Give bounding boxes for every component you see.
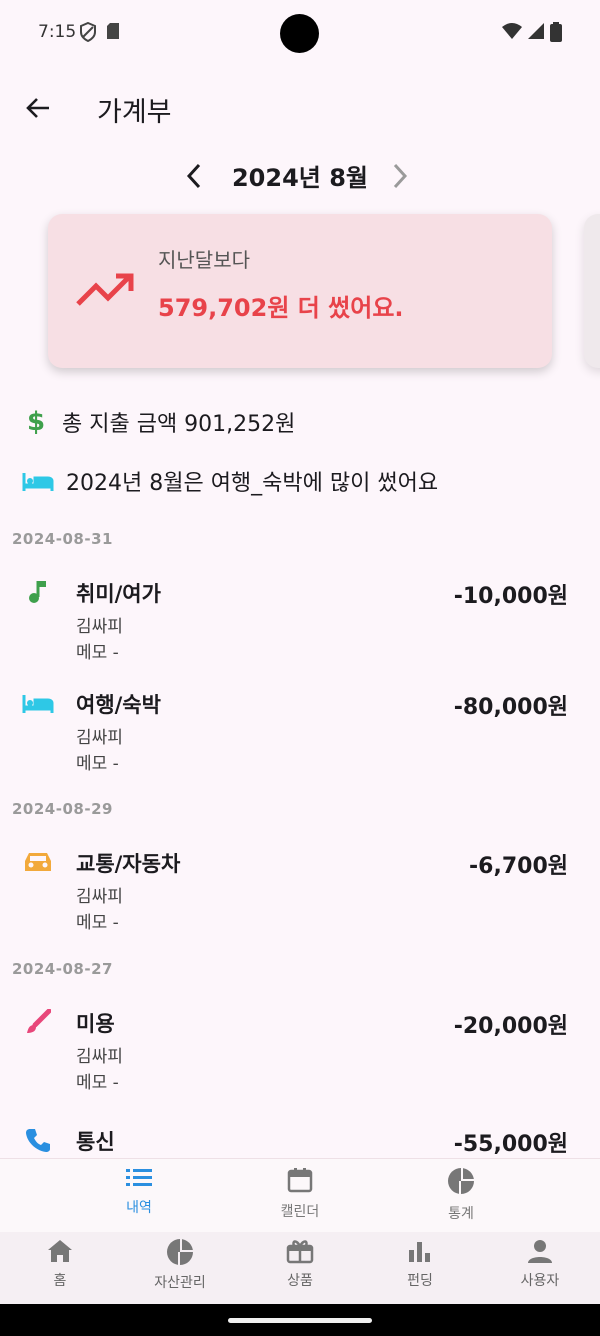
person-icon xyxy=(528,1240,552,1263)
comparison-value: 579,702원 더 썼어요. xyxy=(158,294,404,322)
list-icon xyxy=(126,1169,152,1186)
transaction-category: 미용 xyxy=(76,1012,115,1036)
home-icon xyxy=(48,1240,72,1262)
phone-icon xyxy=(26,1129,50,1152)
transaction-item[interactable]: 통신 -55,000원 xyxy=(0,1126,600,1158)
dollar-icon: $ xyxy=(26,407,46,437)
transaction-item[interactable]: 교통/자동차 김싸피 메모 - -6,700원 xyxy=(0,848,600,938)
nav-products[interactable]: 상품 xyxy=(240,1238,360,1290)
transaction-amount: -80,000원 xyxy=(453,695,568,720)
tab-statistics-label: 통계 xyxy=(448,1206,474,1222)
transaction-category: 통신 xyxy=(76,1130,115,1154)
bed-icon xyxy=(22,473,54,491)
tab-statistics[interactable]: 통계 xyxy=(401,1167,521,1223)
trending-up-icon xyxy=(76,273,134,306)
tab-history-label: 내역 xyxy=(126,1200,152,1216)
nav-home-label: 홈 xyxy=(53,1273,67,1289)
calendar-icon xyxy=(287,1168,313,1193)
top-category-text: 2024년 8월은 여행_숙박에 많이 썼어요 xyxy=(66,471,439,496)
nav-assets-label: 자산관리 xyxy=(154,1275,206,1291)
nav-home[interactable]: 홈 xyxy=(0,1238,120,1290)
bottom-navigation: 홈 자산관리 상품 펀딩 사용자 xyxy=(0,1232,600,1304)
transaction-user: 김싸피 xyxy=(76,1047,123,1067)
arrow-back-icon xyxy=(26,98,49,118)
signal-icon xyxy=(528,23,544,39)
transaction-memo: 메모 - xyxy=(76,1073,119,1093)
chevron-right-icon xyxy=(393,163,408,189)
tab-calendar-label: 캘린더 xyxy=(280,1204,320,1220)
bar-chart-icon xyxy=(409,1242,430,1262)
battery-icon xyxy=(550,22,562,42)
transaction-user: 김싸피 xyxy=(76,617,123,637)
music-note-icon xyxy=(29,581,46,603)
transaction-item[interactable]: 미용 김싸피 메모 - -20,000원 xyxy=(0,1008,600,1098)
transaction-category: 교통/자동차 xyxy=(76,852,181,876)
month-navigator: 2024년 8월 xyxy=(0,150,600,202)
app-bar: 가계부 xyxy=(0,76,600,140)
nav-user[interactable]: 사용자 xyxy=(480,1238,600,1290)
date-header: 2024-08-29 xyxy=(12,800,113,818)
transaction-amount: -6,700원 xyxy=(469,854,568,879)
page-title: 가계부 xyxy=(97,97,172,128)
top-category-row: 2024년 8월은 여행_숙박에 많이 썼어요 xyxy=(22,463,438,499)
total-spending-text: 총 지출 금액 901,252원 xyxy=(62,412,296,437)
transaction-amount: -10,000원 xyxy=(453,584,568,609)
month-label: 2024년 8월 xyxy=(231,164,368,192)
camera-cutout xyxy=(280,14,319,53)
wifi-icon xyxy=(502,23,522,39)
transaction-user: 김싸피 xyxy=(76,887,123,907)
transaction-category: 여행/숙박 xyxy=(76,693,161,717)
chevron-left-icon xyxy=(186,163,201,189)
sim-card-icon xyxy=(107,23,119,39)
transaction-item[interactable]: 취미/여가 김싸피 메모 - -10,000원 xyxy=(0,578,600,668)
transaction-memo: 메모 - xyxy=(76,643,119,663)
home-gesture-bar[interactable] xyxy=(228,1318,372,1323)
gift-icon xyxy=(286,1240,314,1264)
transaction-user: 김싸피 xyxy=(76,728,123,748)
nav-funding[interactable]: 펀딩 xyxy=(360,1238,480,1290)
ledger-tab-bar: 내역 캘린더 통계 xyxy=(0,1158,600,1232)
comparison-title: 지난달보다 xyxy=(158,248,250,272)
back-button[interactable] xyxy=(18,88,58,128)
bed-icon xyxy=(22,695,54,713)
monthly-comparison-card[interactable]: 지난달보다 579,702원 더 썼어요. xyxy=(48,214,552,368)
nav-products-label: 상품 xyxy=(287,1273,313,1289)
status-time: 7:15 xyxy=(38,22,77,42)
date-header: 2024-08-31 xyxy=(12,530,113,548)
nav-assets[interactable]: 자산관리 xyxy=(120,1238,240,1292)
tab-history[interactable]: 내역 xyxy=(79,1167,199,1217)
transaction-amount: -55,000원 xyxy=(453,1132,568,1157)
transaction-item[interactable]: 여행/숙박 김싸피 메모 - -80,000원 xyxy=(0,689,600,779)
shield-icon xyxy=(80,22,96,42)
total-spending-row: $ 총 지출 금액 901,252원 xyxy=(22,404,295,440)
transaction-category: 취미/여가 xyxy=(76,582,161,606)
date-header: 2024-08-27 xyxy=(12,960,113,978)
status-bar: 7:15 xyxy=(0,0,600,66)
pie-chart-icon xyxy=(167,1239,193,1265)
brush-icon xyxy=(27,1009,51,1033)
tab-calendar[interactable]: 캘린더 xyxy=(240,1167,360,1221)
nav-user-label: 사용자 xyxy=(520,1273,560,1289)
system-gesture-area xyxy=(0,1304,600,1336)
transaction-memo: 메모 - xyxy=(76,913,119,933)
pie-chart-icon xyxy=(448,1168,474,1194)
next-card-peek[interactable] xyxy=(584,214,600,368)
transaction-amount: -20,000원 xyxy=(453,1014,568,1039)
car-icon xyxy=(25,853,51,871)
nav-funding-label: 펀딩 xyxy=(407,1273,433,1289)
transaction-memo: 메모 - xyxy=(76,754,119,774)
next-month-button[interactable] xyxy=(384,158,416,194)
previous-month-button[interactable] xyxy=(178,158,210,194)
